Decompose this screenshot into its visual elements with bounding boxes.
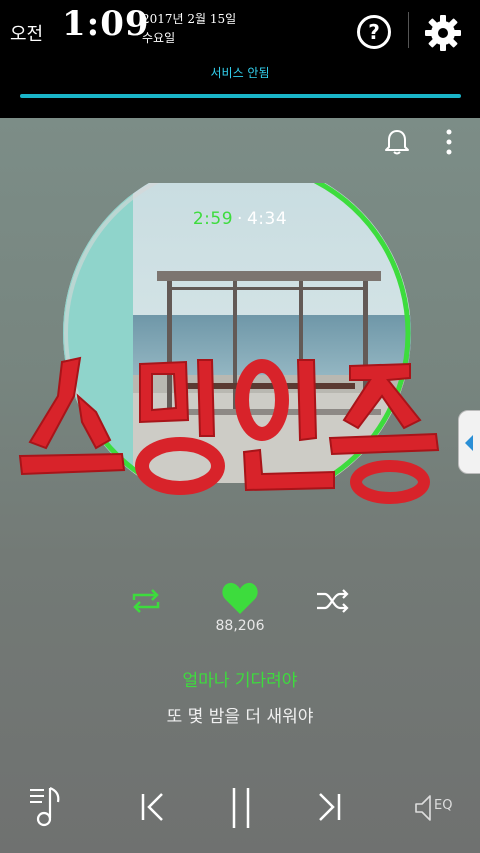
like-button[interactable] bbox=[220, 580, 260, 618]
equalizer-button[interactable]: EQ bbox=[414, 792, 458, 824]
heart-icon bbox=[222, 582, 258, 614]
lyric-current-line: 얼마나 기다려야 bbox=[182, 671, 298, 691]
time-display: 2:59 · 4:34 bbox=[0, 209, 480, 229]
elapsed-time: 2:59 bbox=[192, 209, 234, 229]
arrow-left-icon bbox=[465, 435, 473, 451]
date-line: 2017년 2월 15일 bbox=[142, 12, 237, 26]
repeat-icon bbox=[132, 589, 160, 613]
side-panel-handle[interactable] bbox=[458, 410, 480, 474]
secondary-controls: 88,206 bbox=[0, 580, 480, 640]
lockscreen-status-area: 오전 1:09 2017년 2월 15일 수요일 ? 서비스 안됨 bbox=[0, 0, 480, 118]
pause-button[interactable] bbox=[226, 786, 256, 830]
bell-icon bbox=[385, 130, 409, 155]
help-icon: ? bbox=[368, 20, 380, 44]
playlist-icon bbox=[30, 786, 60, 827]
date-display: 2017년 2월 15일 수요일 bbox=[142, 10, 236, 48]
time-separator: · bbox=[237, 209, 243, 229]
repeat-button[interactable] bbox=[128, 586, 164, 616]
service-status-bar bbox=[20, 94, 461, 98]
service-status: 서비스 안됨 bbox=[210, 66, 270, 80]
playback-controls: EQ bbox=[0, 780, 480, 840]
more-options-button[interactable] bbox=[440, 128, 458, 156]
like-count: 88,206 bbox=[215, 618, 265, 634]
more-vertical-icon bbox=[446, 129, 452, 155]
divider bbox=[408, 12, 409, 48]
previous-icon bbox=[141, 793, 163, 821]
pause-icon bbox=[232, 788, 250, 828]
notification-button[interactable] bbox=[384, 128, 410, 156]
lyric-next-line: 또 몇 밤을 더 새워야 bbox=[166, 707, 314, 727]
total-duration: 4:34 bbox=[246, 209, 288, 229]
help-button[interactable]: ? bbox=[357, 15, 391, 49]
equalizer-icon bbox=[415, 795, 431, 821]
clock-time: 1:09 bbox=[62, 4, 150, 44]
shuffle-icon bbox=[317, 589, 349, 613]
settings-button[interactable] bbox=[424, 14, 462, 52]
gear-icon bbox=[425, 15, 461, 51]
weekday-line: 수요일 bbox=[142, 31, 176, 45]
playlist-button[interactable] bbox=[28, 786, 68, 828]
eq-label: EQ bbox=[434, 798, 453, 813]
ampm-label: 오전 bbox=[10, 24, 44, 45]
watermark-stamp bbox=[18, 356, 440, 504]
next-button[interactable] bbox=[312, 790, 346, 824]
music-player: 2:59 · 4:34 88,206 얼마나 기다려야 또 몇 밤을 더 새워야… bbox=[0, 118, 480, 853]
shuffle-button[interactable] bbox=[314, 586, 352, 616]
next-icon bbox=[319, 793, 341, 821]
previous-button[interactable] bbox=[136, 790, 170, 824]
